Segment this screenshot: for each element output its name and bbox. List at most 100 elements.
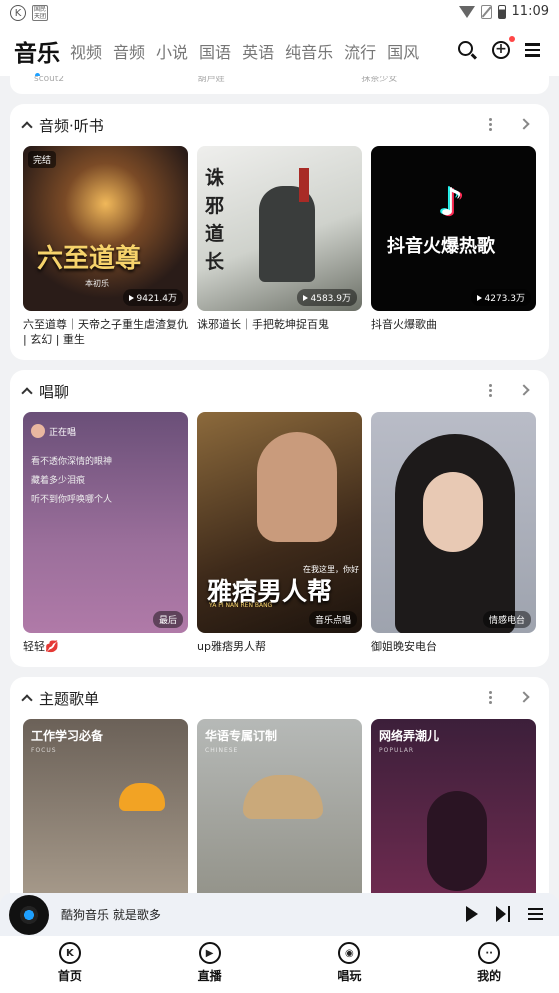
more-options-icon[interactable] <box>489 384 492 399</box>
play-icon <box>476 295 482 301</box>
nav-live[interactable]: ▶ 直播 <box>140 936 280 993</box>
play-icon <box>302 295 308 301</box>
prev-item-label: 葫芦娃 <box>197 76 225 84</box>
live-room-item[interactable]: 正在唱 看不透你深情的眼神 藏着多少泪痕 听不到你呼唤哪个人 最后 轻轻💋 <box>23 412 188 654</box>
profile-icon: ·· <box>478 942 501 964</box>
wifi-icon <box>458 5 475 18</box>
room-tag: 最后 <box>152 611 183 628</box>
cover-image: 网络弄潮儿 POPULAR <box>371 719 536 893</box>
tab-audio[interactable]: 音频 <box>113 39 145 63</box>
battery-icon <box>497 4 506 19</box>
next-track-icon[interactable] <box>496 906 510 922</box>
bottom-navigation: K 首页 ▶ 直播 ◉ 唱玩 ·· 我的 <box>0 936 559 993</box>
feed[interactable]: scout2 葫芦娃 抹茶少女 音频·听书 完结 六至道尊 本初乐 9421.4… <box>0 76 559 893</box>
tab-english[interactable]: 英语 <box>242 39 274 63</box>
theme-playlists-section: 主题歌单 工作学习必备 FOCUS 华语专属订制 CHINESE 网络弄潮儿 P… <box>10 677 549 893</box>
cover-author: 本初乐 <box>85 279 109 288</box>
audio-item[interactable]: ♪ 抖音火爆热歌 4273.3万 抖音火爆歌曲 <box>371 146 536 347</box>
collapse-icon[interactable] <box>21 387 33 399</box>
playlist-subtitle: POPULAR <box>379 747 415 754</box>
notification-dot <box>509 36 515 42</box>
nav-label: 我的 <box>477 969 502 983</box>
more-options-icon[interactable] <box>489 118 492 133</box>
mini-player[interactable]: 酷狗音乐 就是歌多 <box>0 893 559 936</box>
album-disc[interactable] <box>9 894 49 935</box>
tab-video[interactable]: 视频 <box>70 39 102 63</box>
clock: 11:09 <box>511 4 549 19</box>
item-title: 轻轻💋 <box>23 640 59 653</box>
cover-image: ♪ 抖音火爆热歌 4273.3万 <box>371 146 536 311</box>
prev-item-label: scout2 <box>34 76 65 84</box>
cover-image: 完结 六至道尊 本初乐 9421.4万 <box>23 146 188 311</box>
live-room-item[interactable]: 在我这里，你好 雅痞男人帮 YA PI NAN REN BANG 音乐点唱 up… <box>197 412 362 654</box>
cover-title: 抖音火爆热歌 <box>387 236 495 257</box>
face <box>423 472 483 552</box>
lyric-line: 看不透你深情的眼神 <box>31 457 113 467</box>
playlist-item[interactable]: 工作学习必备 FOCUS <box>23 719 188 893</box>
playlist-title: 华语专属订制 <box>205 729 278 743</box>
playlist-item[interactable]: 网络弄潮儿 POPULAR <box>371 719 536 893</box>
hat <box>119 783 165 811</box>
cover-title: 六至道尊 <box>37 244 142 274</box>
kugou-home-icon: K <box>58 942 81 964</box>
more-options-icon[interactable] <box>489 691 492 706</box>
play-count: 4273.3万 <box>470 289 531 306</box>
nav-sing[interactable]: ◉ 唱玩 <box>280 936 420 993</box>
nav-label: 直播 <box>197 969 222 983</box>
collapse-icon[interactable] <box>21 121 33 133</box>
lyric-line: 藏着多少泪痕 <box>31 476 86 486</box>
nav-label: 首页 <box>57 969 82 983</box>
playlist-subtitle: CHINESE <box>205 747 239 754</box>
playlist-title: 工作学习必备 <box>31 729 104 743</box>
kugou-app-icon: K <box>10 5 26 21</box>
nav-home[interactable]: K 首页 <box>0 936 140 993</box>
section-title: 主题歌单 <box>39 689 100 708</box>
chevron-right-icon[interactable] <box>518 118 530 130</box>
finished-badge: 完结 <box>28 151 57 168</box>
tab-mandarin[interactable]: 国语 <box>199 39 231 63</box>
item-title: 抖音火爆歌曲 <box>371 318 437 331</box>
live-room-item[interactable]: 情感电台 御姐晚安电台 <box>371 412 536 654</box>
tab-pop[interactable]: 流行 <box>344 39 376 63</box>
room-tag: 音乐点唱 <box>308 611 357 628</box>
cover-image: 华语专属订制 CHINESE <box>197 719 362 893</box>
cover-image: 工作学习必备 FOCUS <box>23 719 188 893</box>
status-bar: K 国民 天团 11:09 <box>0 0 559 26</box>
play-icon <box>128 295 134 301</box>
cover-image: 诛邪道长 4583.9万 <box>197 146 362 311</box>
tab-music[interactable]: 音乐 <box>14 34 60 78</box>
room-tag: 情感电台 <box>482 611 531 628</box>
nav-mine[interactable]: ·· 我的 <box>419 936 559 993</box>
red-seal <box>299 168 309 202</box>
add-button[interactable]: + <box>491 36 515 60</box>
prev-item-label: 抹茶少女 <box>361 76 398 84</box>
tab-novel[interactable]: 小说 <box>156 39 188 63</box>
play-icon[interactable] <box>466 906 478 922</box>
search-icon <box>458 41 473 56</box>
play-count: 4583.9万 <box>296 289 357 306</box>
item-title: 六至道尊｜天帝之子重生虐渣复仇 | 玄幻 | 重生 <box>23 318 188 346</box>
audio-item[interactable]: 诛邪道长 4583.9万 诛邪道长｜手把乾坤捉百鬼 <box>197 146 362 347</box>
category-tabs: 音乐 视频 音频 小说 国语 英语 纯音乐 流行 国风 + <box>0 26 559 78</box>
person-photo <box>257 432 337 542</box>
lyric-line: 听不到你呼唤哪个人 <box>31 495 113 505</box>
collapse-icon[interactable] <box>21 694 33 706</box>
tab-guofeng[interactable]: 国风 <box>387 39 419 63</box>
playlist-item[interactable]: 华语专属订制 CHINESE <box>197 719 362 893</box>
section-title: 唱聊 <box>39 382 70 401</box>
menu-button[interactable] <box>525 40 545 60</box>
chevron-right-icon[interactable] <box>518 384 530 396</box>
chevron-right-icon[interactable] <box>518 691 530 703</box>
audio-item[interactable]: 完结 六至道尊 本初乐 9421.4万 六至道尊｜天帝之子重生虐渣复仇 | 玄幻… <box>23 146 188 347</box>
play-count: 9421.4万 <box>122 289 183 306</box>
sing-chat-section: 唱聊 正在唱 看不透你深情的眼神 藏着多少泪痕 听不到你呼唤哪个人 最后 轻轻💋 <box>10 370 549 667</box>
person-photo <box>427 791 487 891</box>
tab-pure-music[interactable]: 纯音乐 <box>285 39 333 63</box>
nav-label: 唱玩 <box>337 969 362 983</box>
no-sim-icon <box>480 4 492 19</box>
playlist-title: 网络弄潮儿 <box>379 729 440 743</box>
playlist-icon[interactable] <box>528 905 543 923</box>
playlist-subtitle: FOCUS <box>31 747 57 754</box>
notification-icon: 国民 天团 <box>32 5 48 21</box>
search-button[interactable] <box>457 40 477 60</box>
